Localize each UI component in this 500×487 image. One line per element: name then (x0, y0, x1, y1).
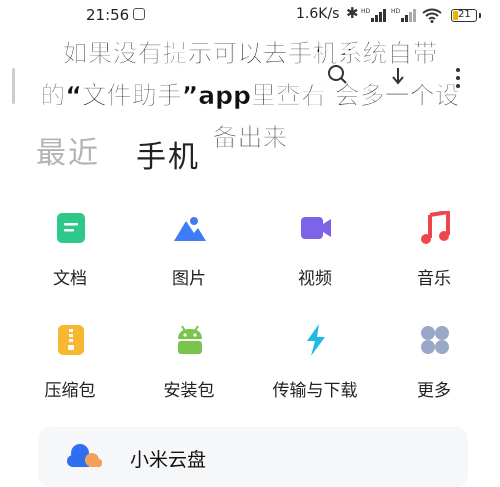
transfer-icon (307, 324, 325, 356)
category-label: 视频 (298, 269, 332, 289)
category-music[interactable]: 音乐 (384, 206, 484, 296)
category-label: 音乐 (417, 269, 451, 289)
category-more[interactable]: 更多 (384, 318, 484, 408)
android-icon (178, 325, 202, 354)
category-images[interactable]: 图片 (139, 206, 239, 296)
category-label: 传输与下载 (272, 381, 358, 401)
category-label: 安装包 (163, 381, 215, 401)
category-archives[interactable]: 压缩包 (20, 318, 120, 408)
svg-text:HD: HD (391, 8, 401, 15)
cloud-drive-label: 小米云盘 (130, 449, 207, 471)
image-icon (174, 217, 206, 241)
status-bar: 21:56 1.6K/s ✱ HD HD 21 (0, 0, 500, 30)
edge-handle (12, 68, 15, 104)
network-speed: 1.6K/s (296, 6, 340, 22)
category-apks[interactable]: 安装包 (139, 318, 239, 408)
category-documents[interactable]: 文档 (20, 206, 120, 296)
cloud-icon (67, 444, 102, 467)
category-label: 文档 (53, 269, 87, 289)
music-icon (421, 211, 450, 244)
category-label: 图片 (172, 269, 206, 289)
category-label: 压缩包 (44, 381, 96, 401)
category-videos[interactable]: 视频 (265, 206, 365, 296)
overlay-caption: 如果没有提示可以去手机系统自带的“文件助手”app里查看 会多一个设备出来 (40, 39, 460, 153)
status-time: 21:56 (86, 6, 130, 24)
wifi-icon (422, 8, 442, 23)
signal-hd-icon: HD (391, 8, 416, 22)
category-label: 更多 (417, 381, 451, 401)
document-icon (57, 213, 85, 243)
video-icon (301, 217, 331, 239)
notification-icon (133, 8, 145, 20)
zip-icon (58, 325, 84, 355)
signal-hd-icon: HD (361, 8, 386, 22)
category-transfers[interactable]: 传输与下载 (265, 318, 365, 408)
battery-icon: 21 (451, 9, 481, 22)
bluetooth-icon: ✱ (346, 4, 359, 22)
more-grid-icon (421, 326, 449, 354)
cloud-drive-card[interactable]: 小米云盘 (38, 427, 468, 487)
battery-level: 21 (458, 9, 471, 20)
svg-text:HD: HD (361, 8, 371, 15)
